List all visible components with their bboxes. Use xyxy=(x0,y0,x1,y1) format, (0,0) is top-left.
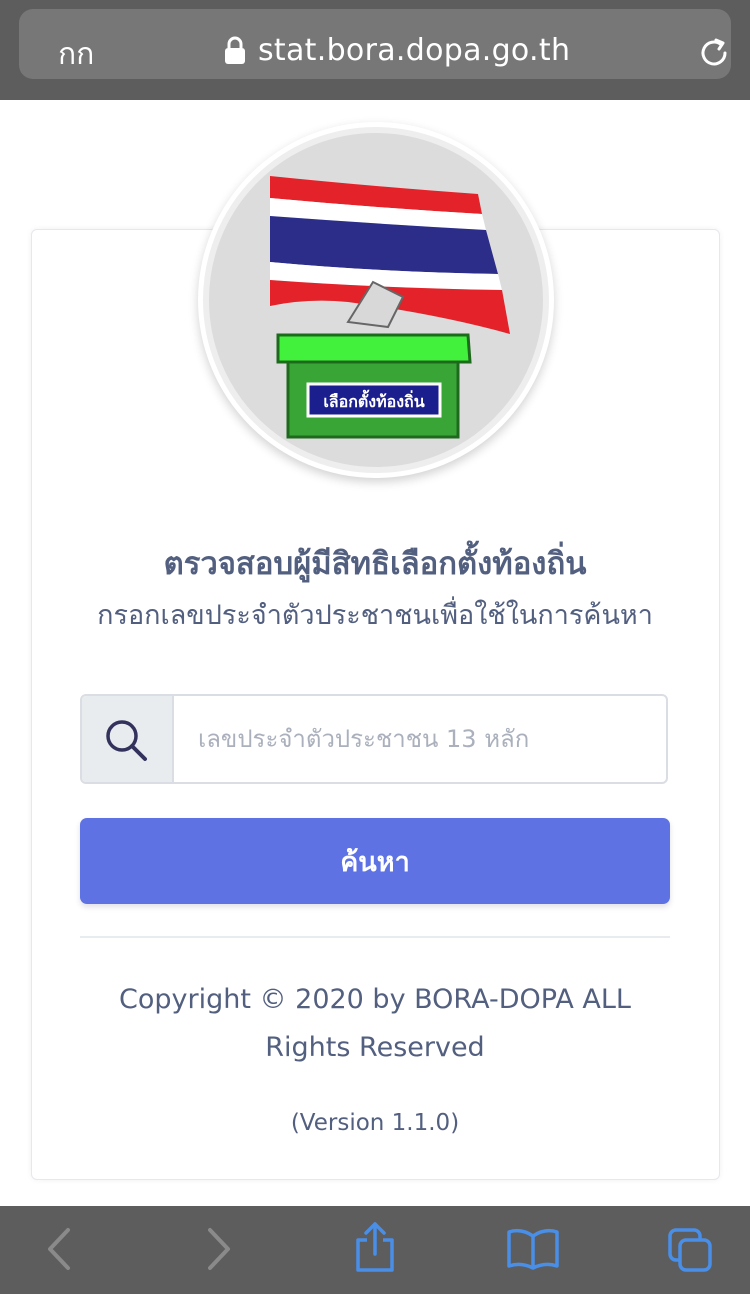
version-text: (Version 1.1.0) xyxy=(290,1110,460,1136)
ballot-box-label: เลือกตั้งท้องถิ่น xyxy=(323,389,424,411)
text-size-button[interactable]: กก xyxy=(58,31,94,78)
share-icon[interactable] xyxy=(354,1220,396,1274)
bookmarks-icon[interactable] xyxy=(506,1228,560,1270)
divider xyxy=(80,936,670,938)
page-title: ตรวจสอบผู้มีสิทธิเลือกตั้งท้องถิ่น xyxy=(163,546,587,582)
lock-icon xyxy=(225,36,245,64)
back-icon[interactable] xyxy=(44,1226,74,1272)
logo-graphic: เลือกตั้งท้องถิ่น xyxy=(203,127,549,473)
search-addon xyxy=(82,696,174,782)
page-subtitle: กรอกเลขประจำตัวประชาชนเพื่อใช้ในการค้นหา xyxy=(97,600,653,631)
copyright-text: Copyright © 2020 by BORA-DOPA ALL Rights… xyxy=(119,984,631,1063)
address-bar[interactable]: กก stat.bora.dopa.go.th xyxy=(19,9,731,79)
browser-bottom-toolbar xyxy=(0,1206,750,1294)
forward-icon[interactable] xyxy=(204,1226,234,1272)
tabs-icon[interactable] xyxy=(666,1226,716,1274)
reload-icon[interactable] xyxy=(697,36,731,70)
search-icon xyxy=(106,720,147,761)
id-search-group xyxy=(80,694,668,784)
search-button[interactable]: ค้นหา xyxy=(80,818,670,904)
election-logo: เลือกตั้งท้องถิ่น xyxy=(198,122,554,478)
url-text: stat.bora.dopa.go.th xyxy=(258,32,571,68)
url-display[interactable]: stat.bora.dopa.go.th xyxy=(224,30,570,70)
browser-top-bar: กก stat.bora.dopa.go.th xyxy=(0,0,750,100)
id-number-input[interactable] xyxy=(176,696,664,782)
